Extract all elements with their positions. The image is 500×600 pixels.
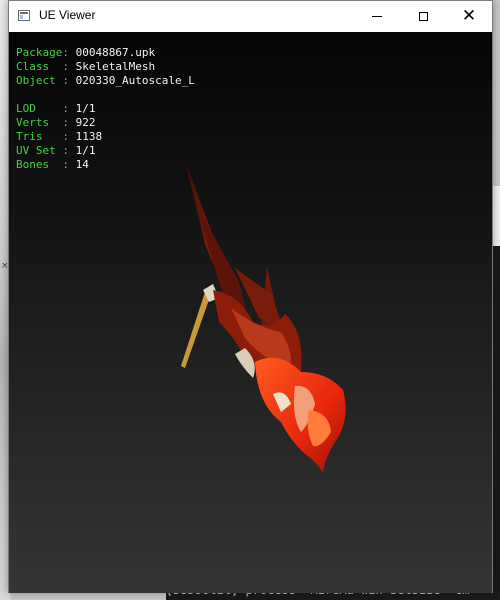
maximize-icon	[418, 12, 428, 21]
mesh-rod	[181, 292, 211, 368]
3d-viewport[interactable]: Package: 00048867.upk Class : SkeletalMe…	[9, 32, 492, 593]
minimize-button[interactable]	[354, 1, 400, 32]
close-icon: ✕	[461, 6, 477, 26]
minimize-icon	[372, 16, 382, 17]
maximize-button[interactable]	[400, 1, 446, 32]
skeletal-mesh-render	[181, 160, 346, 472]
close-button[interactable]: ✕	[446, 1, 492, 32]
title-bar[interactable]: UE Viewer ✕	[9, 1, 492, 32]
ue-viewer-window: UE Viewer ✕ Package: 00048867.upk Class …	[8, 0, 493, 593]
window-title: UE Viewer	[39, 8, 96, 22]
app-window-icon	[18, 10, 30, 21]
